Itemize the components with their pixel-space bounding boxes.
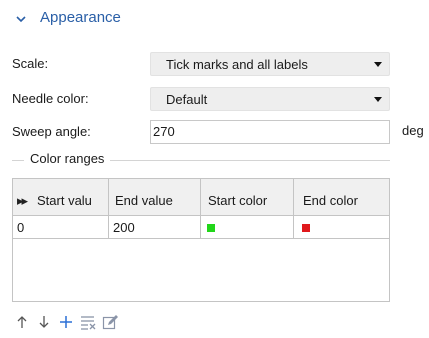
column-header-end-value[interactable]: End value: [109, 179, 201, 215]
column-header-end-color[interactable]: End color: [294, 179, 389, 215]
scale-dropdown-value: Tick marks and all labels: [166, 57, 308, 72]
section-title: Appearance: [40, 9, 121, 26]
cell-end-color[interactable]: [294, 216, 389, 238]
needle-color-dropdown[interactable]: Default: [150, 87, 390, 111]
cell-start-color[interactable]: [201, 216, 294, 238]
chevron-down-icon: [16, 16, 26, 23]
column-header-start-value[interactable]: ▸▸ Start valu: [13, 179, 109, 215]
color-ranges-table[interactable]: ▸▸ Start valu End value Start color End …: [12, 178, 390, 302]
row-selector-icon: ▸▸: [17, 193, 28, 208]
column-header-start-color[interactable]: Start color: [201, 179, 294, 215]
table-row[interactable]: 0 200: [13, 216, 389, 239]
dropdown-arrow-icon: [374, 97, 382, 102]
dropdown-arrow-icon: [374, 62, 382, 67]
cell-start-value[interactable]: 0: [13, 216, 109, 238]
scale-dropdown[interactable]: Tick marks and all labels: [150, 52, 390, 76]
needle-color-dropdown-value: Default: [166, 92, 208, 107]
table-header: ▸▸ Start valu End value Start color End …: [13, 179, 389, 216]
edit-icon[interactable]: [102, 314, 118, 330]
add-icon[interactable]: [58, 314, 74, 330]
sweep-angle-field[interactable]: [150, 120, 390, 144]
end-color-swatch[interactable]: [302, 224, 310, 232]
sweep-angle-label: Sweep angle:: [12, 124, 91, 139]
clear-table-icon[interactable]: [80, 314, 96, 330]
arrow-up-icon[interactable]: [14, 314, 30, 330]
needle-color-label: Needle color:: [12, 91, 89, 106]
sweep-angle-input[interactable]: [151, 124, 373, 139]
arrow-down-icon[interactable]: [36, 314, 52, 330]
scale-label: Scale:: [12, 56, 49, 71]
color-ranges-group-label: Color ranges: [24, 151, 111, 166]
start-color-swatch[interactable]: [207, 224, 215, 232]
sweep-angle-unit: deg: [402, 123, 424, 138]
cell-end-value[interactable]: 200: [109, 216, 201, 238]
section-header-appearance[interactable]: Appearance: [0, 0, 429, 40]
